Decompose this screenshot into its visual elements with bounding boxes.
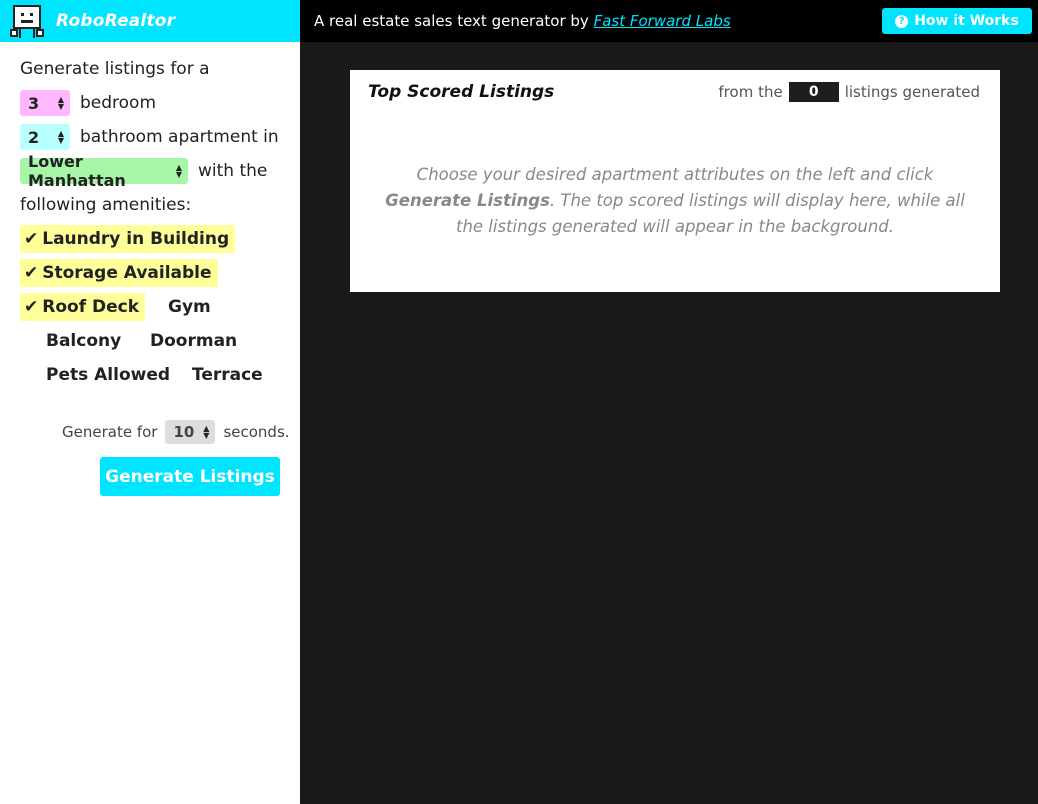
instructions-message: Choose your desired apartment attributes… — [375, 162, 975, 240]
how-it-works-button[interactable]: ? How it Works — [882, 8, 1032, 34]
tagline-text: A real estate sales text generator by — [314, 12, 589, 30]
bathroom-value: 2 — [28, 127, 40, 147]
generate-listings-label: Generate Listings — [105, 466, 275, 487]
select-arrows-icon: ▲ ▼ — [175, 163, 182, 179]
seconds-label: seconds. — [223, 423, 290, 441]
intro-text: Generate listings for a — [20, 59, 210, 79]
check-icon: ✔ — [24, 263, 39, 283]
how-it-works-label: How it Works — [914, 13, 1019, 29]
neighborhood-select[interactable]: Lower Manhattan ▲ ▼ — [20, 152, 188, 190]
fast-forward-labs-link[interactable]: Fast Forward Labs — [594, 12, 731, 30]
seconds-select[interactable]: 10 ▲ ▼ — [165, 420, 216, 444]
amenity-label: Doorman — [150, 331, 238, 351]
amenity-label: Storage Available — [42, 263, 212, 283]
sidebar: Generate listings for a 3 ▲ ▼ bedroom 2 ▲… — [0, 42, 300, 804]
top-scored-listings-panel: Top Scored Listings from the 0 listings … — [350, 70, 1000, 292]
amenity-label: Gym — [168, 297, 211, 317]
robot-icon — [10, 4, 44, 38]
generate-duration-row: Generate for 10 ▲ ▼ seconds. — [62, 420, 290, 444]
generate-for-label: Generate for — [62, 423, 158, 441]
message-bold: Generate Listings — [385, 191, 550, 210]
amenity-roof-deck[interactable]: ✔ Roof Deck — [20, 293, 146, 321]
check-icon: ✔ — [24, 297, 39, 317]
top-bar: A real estate sales text generator by Fa… — [300, 0, 1038, 42]
with-label: with the — [198, 161, 268, 181]
amenity-terrace[interactable]: Terrace — [188, 361, 269, 389]
bathroom-select[interactable]: 2 ▲ ▼ — [20, 124, 70, 150]
amenity-gym[interactable]: Gym — [164, 293, 217, 321]
bedroom-select[interactable]: 3 ▲ ▼ — [20, 90, 70, 116]
amenity-label: Terrace — [192, 365, 263, 385]
message-text: Choose your desired apartment attributes… — [416, 165, 934, 184]
listings-count: 0 — [788, 82, 839, 102]
amenity-storage-available[interactable]: ✔ Storage Available — [20, 259, 218, 287]
bedroom-value: 3 — [28, 93, 40, 113]
amenity-label: Balcony — [46, 331, 122, 351]
amenity-balcony[interactable]: Balcony — [42, 327, 127, 355]
amenities-label: following amenities: — [20, 195, 192, 215]
panel-title: Top Scored Listings — [368, 82, 555, 102]
listings-counter: from the 0 listings generated — [718, 82, 980, 102]
amenity-label: Roof Deck — [42, 297, 140, 317]
tagline: A real estate sales text generator by Fa… — [314, 12, 731, 30]
amenity-label: Laundry in Building — [42, 229, 230, 249]
bedroom-label: bedroom — [80, 93, 157, 113]
neighborhood-value: Lower Manhattan — [28, 152, 126, 190]
question-circle-icon: ? — [895, 14, 909, 28]
app-name: RoboRealtor — [56, 11, 176, 31]
amenity-doorman[interactable]: Doorman — [146, 327, 243, 355]
select-arrows-icon: ▲ ▼ — [203, 424, 210, 440]
from-the-label: from the — [718, 83, 783, 101]
bathroom-label: bathroom apartment in — [80, 127, 279, 147]
amenity-pets-allowed[interactable]: Pets Allowed — [42, 361, 176, 389]
check-icon: ✔ — [24, 229, 39, 249]
seconds-value: 10 — [173, 423, 195, 441]
listings-generated-label: listings generated — [844, 83, 980, 101]
amenity-label: Pets Allowed — [46, 365, 171, 385]
generate-listings-button[interactable]: Generate Listings — [100, 457, 280, 496]
brand-bar: RoboRealtor — [0, 0, 300, 42]
amenity-laundry-in-building[interactable]: ✔ Laundry in Building — [20, 225, 236, 253]
select-arrows-icon: ▲ ▼ — [57, 129, 64, 145]
select-arrows-icon: ▲ ▼ — [57, 95, 64, 111]
